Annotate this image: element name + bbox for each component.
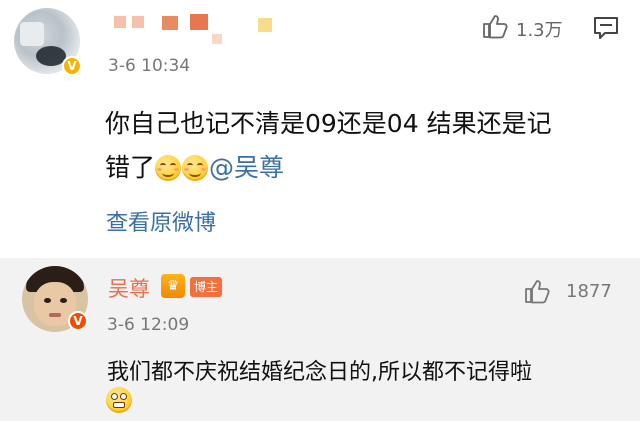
comment-like-count: 1.3万 [516,20,563,41]
mention-link[interactable]: @吴尊 [209,153,284,182]
grin-emoji [155,155,182,181]
blogger-tag: 博主 [190,277,223,297]
comment-text-line2: 错了 @吴尊 [105,146,625,190]
awkward-emoji [106,387,132,413]
comment-text-line1: 你自己也记不清是09还是04 结果还是记 [105,109,552,138]
verified-badge-icon: V [62,56,82,76]
reply-author-name[interactable]: 吴尊 [108,273,150,303]
comment-timestamp: 3-6 10:34 [108,56,191,76]
reply-text: 我们都不庆祝结婚纪念日的,所以都不记得啦 [107,360,532,385]
grin-emoji [182,155,209,181]
thumbs-up-icon[interactable] [523,277,551,305]
comment-text-line2-prefix: 错了 [105,153,156,182]
reply-timestamp: 3-6 12:09 [107,315,190,335]
view-original-link[interactable]: 查看原微博 [106,205,216,237]
comment-text: 你自己也记不清是09还是04 结果还是记 错了 @吴尊 [105,102,625,190]
thumbs-up-icon[interactable] [481,12,509,40]
crown-badge-icon: ♛ [161,274,185,298]
commenter-name-pixelated[interactable] [100,14,280,54]
reply-like-count: 1877 [566,281,612,302]
verified-badge-icon: V [68,311,88,331]
comment-icon[interactable] [592,14,620,42]
